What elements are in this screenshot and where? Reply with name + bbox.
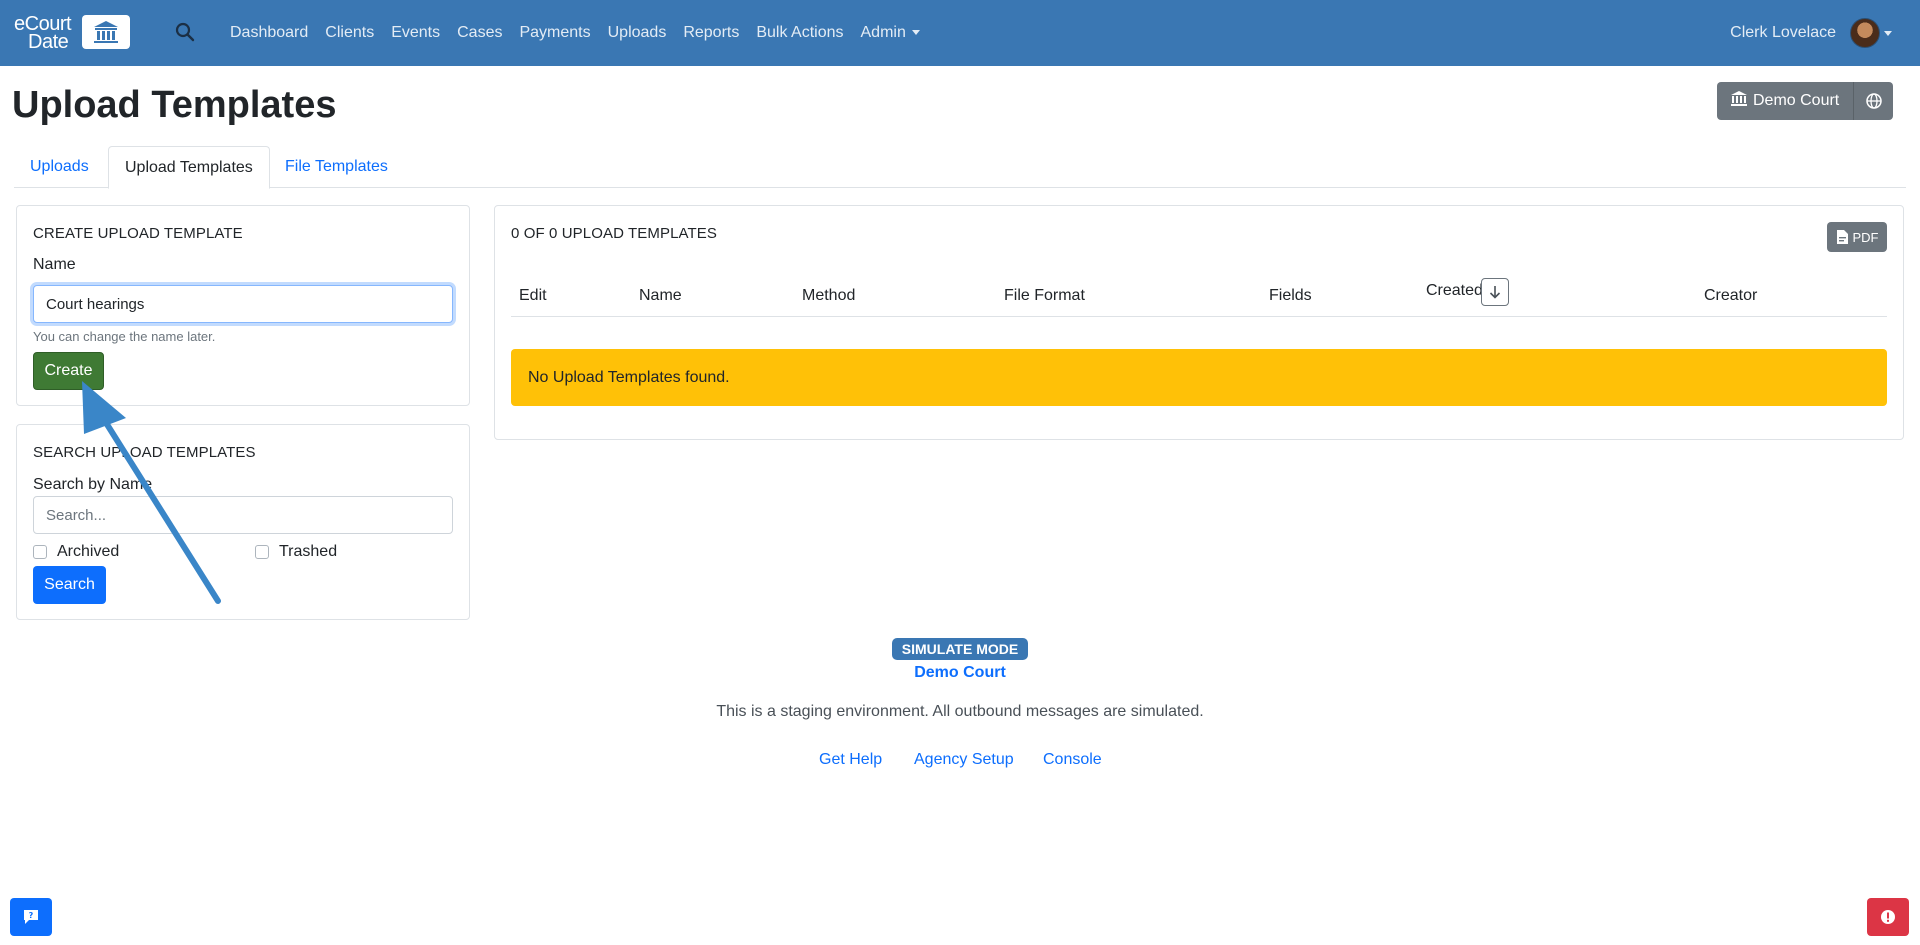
nav-dashboard[interactable]: Dashboard	[230, 24, 308, 42]
trashed-label: Trashed	[279, 543, 338, 560]
table-header-divider	[511, 316, 1887, 317]
demo-court-button[interactable]: Demo Court	[1717, 82, 1854, 120]
column-edit: Edit	[519, 287, 547, 304]
nav-uploads[interactable]: Uploads	[608, 24, 667, 42]
create-button[interactable]: Create	[33, 352, 104, 390]
search-input[interactable]	[33, 496, 453, 534]
console-link[interactable]: Console	[1043, 751, 1102, 769]
nav-admin-label: Admin	[860, 24, 906, 41]
avatar	[1850, 18, 1880, 48]
user-name: Clerk Lovelace	[1730, 24, 1836, 41]
create-card-heading: CREATE UPLOAD TEMPLATE	[33, 225, 243, 242]
caret-down-icon	[1884, 30, 1892, 36]
chat-button[interactable]: ?	[10, 898, 52, 936]
column-creator: Creator	[1704, 287, 1758, 304]
main-nav: Dashboard Clients Events Cases Payments …	[230, 0, 937, 66]
trashed-checkbox-box[interactable]	[255, 545, 269, 559]
column-method: Method	[802, 287, 856, 304]
demo-court-label: Demo Court	[1753, 92, 1840, 109]
court-button-group: Demo Court	[1717, 82, 1894, 120]
nav-cases[interactable]: Cases	[457, 24, 502, 42]
search-card-heading: SEARCH UPLOAD TEMPLATES	[33, 444, 256, 461]
tab-bar: Uploads Upload Templates File Templates	[14, 146, 1906, 189]
nav-events[interactable]: Events	[391, 24, 440, 42]
chat-icon: ?	[24, 910, 38, 924]
ecourtdate-logo[interactable]: eCourt Date	[14, 14, 130, 53]
page-title: Upload Templates	[12, 84, 337, 126]
globe-button[interactable]	[1853, 82, 1894, 120]
empty-results-alert: No Upload Templates found.	[511, 349, 1887, 406]
courthouse-icon	[82, 15, 130, 49]
column-name: Name	[639, 287, 682, 304]
svg-text:?: ?	[29, 911, 34, 920]
column-fields: Fields	[1269, 287, 1312, 304]
search-button[interactable]: Search	[33, 566, 106, 604]
name-help-text: You can change the name later.	[33, 329, 216, 344]
pdf-label: PDF	[1852, 229, 1879, 245]
column-file-format: File Format	[1004, 287, 1085, 304]
courthouse-icon	[1731, 91, 1747, 111]
archived-label: Archived	[57, 543, 120, 560]
tab-upload-templates[interactable]: Upload Templates	[108, 146, 270, 189]
nav-payments[interactable]: Payments	[519, 24, 590, 42]
agency-setup-link[interactable]: Agency Setup	[914, 751, 1014, 769]
trashed-checkbox[interactable]: Trashed	[255, 543, 337, 561]
globe-icon	[1866, 93, 1882, 109]
archived-checkbox[interactable]: Archived	[33, 543, 119, 561]
search-by-name-label: Search by Name	[33, 476, 153, 493]
pdf-button[interactable]: PDF	[1827, 222, 1887, 252]
get-help-link[interactable]: Get Help	[819, 751, 882, 769]
simulate-mode-badge: SIMULATE MODE	[892, 638, 1028, 660]
footer-court-name[interactable]: Demo Court	[0, 664, 1920, 682]
nav-admin-dropdown[interactable]: Admin	[861, 24, 920, 42]
error-report-button[interactable]	[1867, 898, 1909, 936]
alert-icon	[1881, 910, 1895, 924]
archived-checkbox-box[interactable]	[33, 545, 47, 559]
pdf-file-icon	[1836, 230, 1848, 244]
staging-notice: This is a staging environment. All outbo…	[716, 703, 1204, 720]
name-label: Name	[33, 256, 76, 273]
template-name-input[interactable]	[33, 285, 453, 323]
search-icon[interactable]	[175, 22, 197, 44]
logo-text-line2: Date	[28, 31, 69, 53]
column-created: Created	[1426, 282, 1483, 299]
nav-reports[interactable]: Reports	[683, 24, 739, 42]
user-menu[interactable]: Clerk Lovelace	[1730, 0, 1892, 66]
sort-created-button[interactable]	[1481, 278, 1509, 306]
nav-clients[interactable]: Clients	[325, 24, 374, 42]
results-count-heading: 0 OF 0 UPLOAD TEMPLATES	[511, 225, 717, 242]
top-navbar: eCourt Date Dashboard Clients Events Cas…	[0, 0, 1920, 66]
arrow-down-icon	[1489, 286, 1501, 299]
nav-bulk-actions[interactable]: Bulk Actions	[756, 24, 843, 42]
tab-file-templates[interactable]: File Templates	[269, 146, 404, 188]
caret-down-icon	[911, 30, 920, 36]
tab-uploads[interactable]: Uploads	[14, 146, 105, 188]
